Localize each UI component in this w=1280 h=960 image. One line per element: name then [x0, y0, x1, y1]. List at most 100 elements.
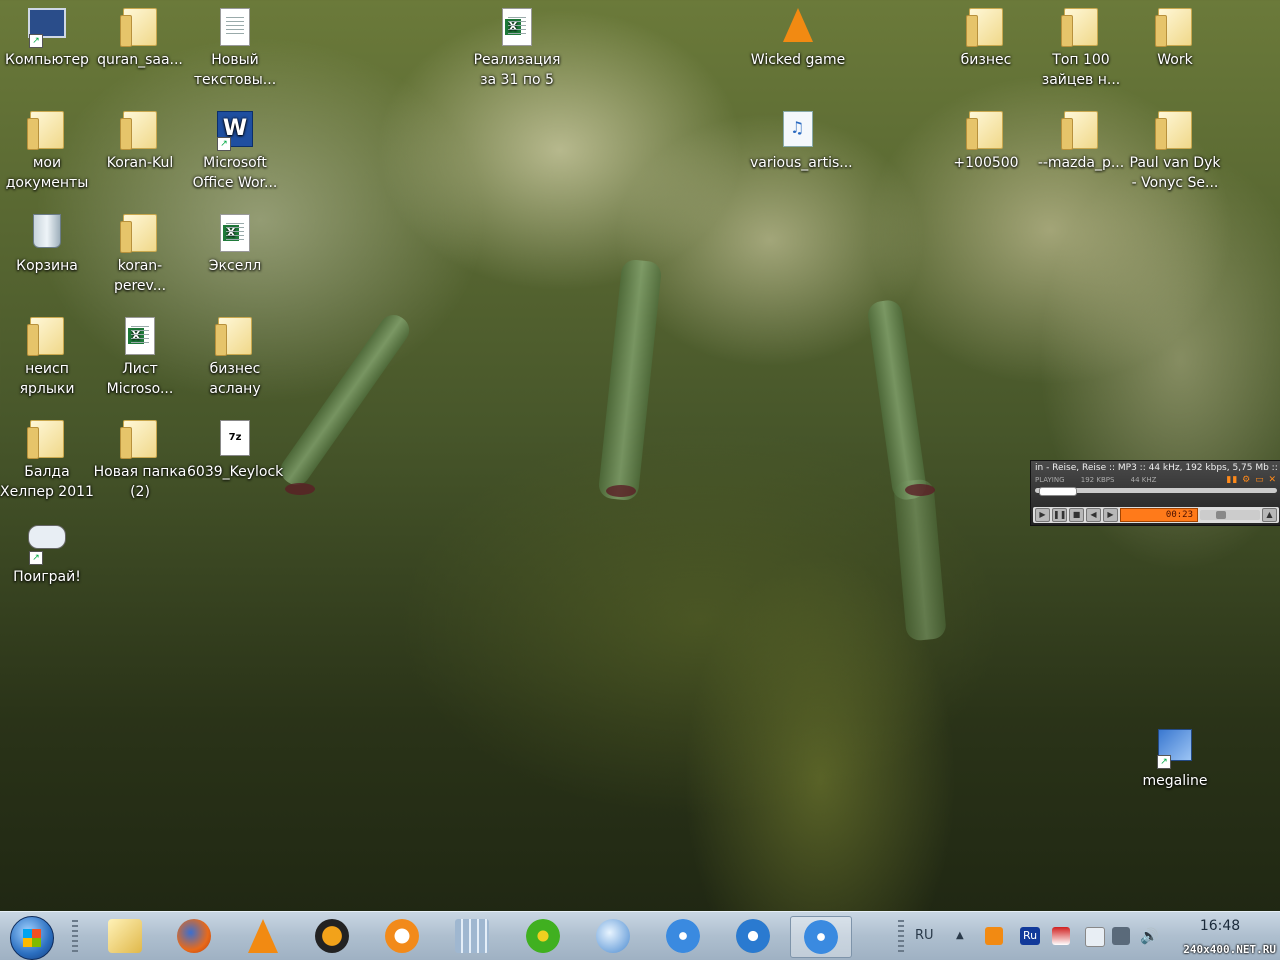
next-button[interactable]: ▶ — [1103, 508, 1118, 522]
language-indicator[interactable]: RU — [915, 912, 934, 960]
icon-label: Work — [1157, 52, 1193, 68]
taskbar-mail-agent[interactable] — [372, 916, 432, 956]
folder-icon — [215, 317, 252, 356]
volume-knob[interactable] — [1216, 511, 1226, 519]
desktop-icon-recycle-bin[interactable]: Корзина — [0, 206, 95, 276]
taskbar-firefox[interactable] — [164, 916, 224, 956]
punto-switcher-tray-icon[interactable]: Ru — [1020, 927, 1040, 945]
desktop-icon-computer[interactable]: ↗ Компьютер — [0, 0, 95, 70]
desktop-icon-my-documents[interactable]: мои документы — [0, 103, 95, 193]
volume-tray-icon[interactable]: 🔊 — [1140, 927, 1159, 945]
desktop-icon-text-file[interactable]: Новый текстовы... — [187, 0, 283, 90]
pause-button[interactable]: ❚❚ — [1052, 508, 1067, 522]
aimp-tray-icon[interactable] — [985, 927, 1003, 945]
desktop-icon-folder[interactable]: неисп ярлыки — [0, 309, 95, 399]
play-button[interactable]: ▶ — [1035, 508, 1050, 522]
desktop-icon-word[interactable]: W ↗ Microsoft Office Wor... — [187, 103, 283, 193]
icon-label: Koran-Kul — [106, 155, 174, 171]
wallpaper-stem — [866, 298, 928, 502]
taskbar-grip[interactable] — [72, 920, 78, 952]
taskbar-clock[interactable]: 16:48 — [1190, 918, 1250, 934]
icon-label: Paul van Dyk - Vonyc Se... — [1129, 155, 1221, 191]
desktop-icon-folder[interactable]: Топ 100 зайцев н... — [1033, 0, 1129, 90]
volume-slider[interactable] — [1200, 510, 1260, 520]
desktop-icon-vlc-media[interactable]: Wicked game — [750, 0, 846, 70]
player-bitrate: 192 KBPS — [1080, 476, 1115, 484]
icon-label: quran_saa... — [97, 52, 183, 68]
desktop-icon-folder[interactable]: --mazda_p... — [1033, 103, 1129, 173]
desktop-icon-excel-file[interactable]: X Лист Microso... — [92, 309, 188, 399]
desktop-icon-games[interactable]: ↗ Поиграй! — [0, 515, 95, 587]
stop-button[interactable]: ■ — [1069, 508, 1084, 522]
taskbar: RU ▲ Ru 🔊 16:48 — [0, 911, 1280, 960]
icon-label: Реализация за 31 по 5 — [473, 52, 561, 88]
folder-icon — [120, 420, 157, 459]
desktop-icon-excel-file[interactable]: X Реализация за 31 по 5 — [469, 0, 565, 90]
icon-label: бизнес — [960, 52, 1012, 68]
player-window-controls[interactable]: ▮▮ ⚙ ▭ ✕ — [1226, 475, 1277, 485]
icon-label: Новый текстовы... — [193, 52, 277, 88]
media-player-widget[interactable]: in - Reise, Reise :: MP3 :: 44 kHz, 192 … — [1030, 460, 1280, 526]
wallpaper-seed-tip — [905, 484, 935, 496]
icon-label: Новая папка (2) — [93, 464, 187, 500]
calculator-icon — [455, 919, 489, 953]
folder-icon — [1061, 111, 1098, 150]
desktop-icon-folder[interactable]: quran_saa... — [92, 0, 188, 70]
player-control-bar: ▶ ❚❚ ■ ◀ ▶ 00:23 ▲ — [1033, 507, 1279, 523]
desktop-icon-folder[interactable]: koran-perev... — [92, 206, 188, 296]
taskbar-vlc[interactable] — [233, 916, 293, 956]
wallpaper-stem — [893, 478, 947, 642]
icon-label: Балда Хелпер 2011 — [0, 464, 94, 500]
wallpaper-stem — [275, 309, 415, 491]
shortcut-arrow-icon: ↗ — [1157, 755, 1171, 769]
desktop-icon-excel-file[interactable]: X Экселл — [187, 206, 283, 276]
desktop-icon-audio-file[interactable]: various_artis... — [750, 103, 853, 173]
desktop-icon-folder[interactable]: Paul van Dyk - Vonyc Se... — [1127, 103, 1223, 193]
upload-arrow-tray-icon[interactable] — [1052, 927, 1070, 945]
taskbar-safari[interactable] — [653, 916, 713, 956]
icon-label: Экселл — [208, 258, 262, 274]
network-tray-icon[interactable] — [1112, 927, 1130, 945]
seek-knob[interactable] — [1039, 487, 1077, 496]
player-time-display: 00:23 — [1120, 508, 1198, 522]
desktop-icon-7z-archive[interactable]: 7z 6039_Keylock — [187, 412, 283, 482]
previous-button[interactable]: ◀ — [1086, 508, 1101, 522]
folder-icon — [27, 317, 64, 356]
taskbar-itunes[interactable] — [583, 916, 643, 956]
wallpaper-seed-tip — [285, 483, 315, 495]
wallpaper-seed-tip — [606, 485, 636, 497]
excel-document-icon: X — [125, 317, 155, 355]
desktop-icon-folder[interactable]: Балда Хелпер 2011 — [0, 412, 95, 502]
taskbar-explorer[interactable] — [95, 916, 155, 956]
desktop-icon-folder[interactable]: Work — [1127, 0, 1223, 70]
taskbar-calculator[interactable] — [442, 916, 502, 956]
desktop-icon-folder[interactable]: +100500 — [938, 103, 1034, 173]
folder-icon — [27, 420, 64, 459]
desktop-icon-network[interactable]: ↗ megaline — [1127, 721, 1223, 791]
player-seek-bar[interactable] — [1035, 487, 1277, 496]
folder-icon — [966, 8, 1003, 47]
taskbar-media-player[interactable] — [723, 916, 783, 956]
desktop-icon-folder[interactable]: Koran-Kul — [92, 103, 188, 173]
taskbar-icq[interactable] — [513, 916, 573, 956]
start-button[interactable] — [10, 916, 54, 960]
taskbar-aimp[interactable] — [302, 916, 362, 956]
eject-button[interactable]: ▲ — [1262, 508, 1277, 522]
icon-label: Поиграй! — [13, 569, 81, 585]
itunes-icon — [596, 919, 630, 953]
icon-label: Лист Microso... — [106, 361, 174, 397]
firefox-icon — [177, 919, 211, 953]
desktop-icon-folder[interactable]: бизнес — [938, 0, 1034, 70]
taskbar-safari-active[interactable] — [790, 916, 852, 958]
desktop-icon-folder[interactable]: бизнес аслану — [187, 309, 283, 399]
folder-icon — [1061, 8, 1098, 47]
desktop-icon-folder[interactable]: Новая папка (2) — [92, 412, 188, 502]
icon-label: --mazda_p... — [1037, 155, 1125, 171]
icq-flower-icon — [526, 919, 560, 953]
excel-document-icon: X — [502, 8, 532, 46]
show-hidden-icons[interactable]: ▲ — [956, 912, 964, 960]
action-center-flag-icon[interactable] — [1085, 927, 1105, 947]
icon-label: megaline — [1142, 773, 1208, 789]
taskbar-grip[interactable] — [898, 920, 904, 952]
folder-icon — [966, 111, 1003, 150]
